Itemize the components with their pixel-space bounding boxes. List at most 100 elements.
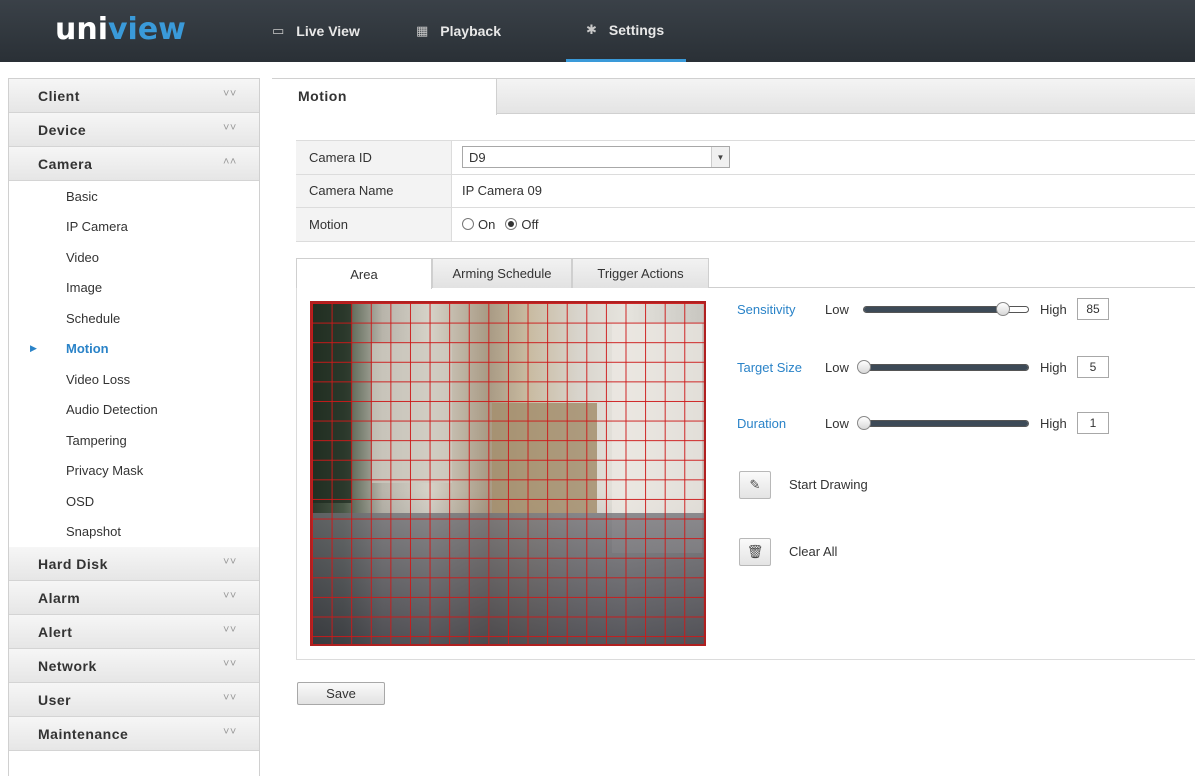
sidebar-item-osd[interactable]: OSD — [9, 486, 259, 517]
motion-row: Motion On Off — [296, 208, 1195, 242]
content-tabbar: Motion — [272, 78, 1195, 115]
target-size-slider[interactable] — [857, 359, 1029, 374]
sidebar-item-video-loss[interactable]: Video Loss — [9, 364, 259, 395]
item-label: Video Loss — [66, 371, 131, 387]
chevron-down-icon: ˅˅ — [223, 624, 237, 636]
clear-all-label: Clear All — [789, 544, 838, 559]
tab-playback[interactable]: ▦ Playback — [416, 0, 501, 62]
sidebar-section-client[interactable]: Client ˅˅ — [9, 79, 259, 113]
sidebar-section-alarm[interactable]: Alarm ˅˅ — [9, 581, 259, 615]
section-label: User — [38, 691, 72, 708]
clear-all-button[interactable]: 🗑 — [739, 538, 771, 566]
item-label: Schedule — [66, 310, 121, 326]
sidebar-item-motion[interactable]: ▶ Motion — [9, 334, 259, 365]
slider-handle[interactable] — [996, 301, 1011, 316]
duration-slider[interactable] — [857, 415, 1029, 430]
area-panel: Sensitivity Low High 85 Target Size Low … — [296, 288, 1195, 660]
tab-settings[interactable]: ✱ Settings — [566, 0, 687, 62]
sidebar-item-schedule[interactable]: Schedule — [9, 303, 259, 334]
start-drawing-label: Start Drawing — [789, 477, 868, 492]
item-label: Video — [66, 249, 100, 265]
sensitivity-value[interactable]: 85 — [1077, 298, 1109, 320]
sidebar-item-ip-camera[interactable]: IP Camera — [9, 212, 259, 243]
sidebar-item-privacy-mask[interactable]: Privacy Mask — [9, 456, 259, 487]
gear-icon: ✱ — [586, 21, 597, 37]
chevron-down-icon: ˅˅ — [223, 122, 237, 134]
item-label: Privacy Mask — [66, 463, 144, 479]
camera-id-row: Camera ID D9 ▼ — [296, 141, 1195, 175]
item-label: Image — [66, 280, 103, 296]
chevron-down-icon: ˅˅ — [223, 658, 237, 670]
slider-fill — [864, 306, 1004, 312]
camera-id-value: D9 — [469, 149, 486, 165]
sidebar-section-network[interactable]: Network ˅˅ — [9, 649, 259, 683]
film-icon: ▦ — [416, 23, 429, 38]
chevron-down-icon: ˅˅ — [223, 590, 237, 602]
camera-name-value: IP Camera 09 — [462, 183, 542, 199]
save-button[interactable]: Save — [297, 682, 385, 705]
tab-live-view[interactable]: ▭ Live View — [272, 0, 360, 62]
top-navigation-bar: uniview ▭ Live View ▦ Playback ✱ Setting… — [0, 0, 1195, 62]
tab-arming-schedule[interactable]: Arming Schedule — [432, 258, 572, 288]
slider-fill — [864, 420, 1028, 426]
camera-id-select[interactable]: D9 ▼ — [462, 146, 730, 169]
start-drawing-button[interactable]: ✎ — [739, 471, 771, 499]
sidebar-section-maintenance[interactable]: Maintenance ˅˅ — [9, 717, 259, 751]
sidebar-item-audio-detection[interactable]: Audio Detection — [9, 395, 259, 426]
item-label: Basic — [66, 188, 98, 204]
sidebar-section-hard-disk[interactable]: Hard Disk ˅˅ — [9, 547, 259, 581]
section-label: Maintenance — [38, 725, 129, 742]
target-size-row: Target Size Low High 5 — [737, 356, 1109, 378]
sidebar-section-camera[interactable]: Camera ˄˄ — [9, 147, 259, 181]
motion-off-radio[interactable] — [505, 218, 518, 231]
duration-high-label: High — [1040, 415, 1067, 431]
sidebar-item-video[interactable]: Video — [9, 242, 259, 273]
sidebar-item-image[interactable]: Image — [9, 273, 259, 304]
section-label: Client — [38, 87, 80, 104]
slider-handle[interactable] — [857, 359, 871, 374]
trash-icon: 🗑 — [746, 544, 764, 559]
item-label: IP Camera — [66, 219, 128, 235]
target-size-high-label: High — [1040, 359, 1067, 375]
motion-detection-grid[interactable] — [312, 303, 704, 644]
item-label: Snapshot — [66, 524, 121, 540]
sensitivity-high-label: High — [1040, 301, 1067, 317]
sidebar-section-alert[interactable]: Alert ˅˅ — [9, 615, 259, 649]
section-label: Network — [38, 657, 97, 674]
motion-form: Camera ID D9 ▼ Camera Name IP Camera 09 … — [296, 140, 1195, 242]
sensitivity-low-label: Low — [825, 301, 849, 317]
camera-preview-with-motion-grid[interactable] — [310, 301, 706, 646]
motion-off-label: Off — [521, 216, 539, 232]
item-label: OSD — [66, 493, 95, 509]
tab-motion[interactable]: Motion — [272, 79, 497, 115]
sidebar-item-tampering[interactable]: Tampering — [9, 425, 259, 456]
item-label: Audio Detection — [66, 402, 158, 418]
pencil-icon: ✎ — [749, 477, 761, 492]
tab-area[interactable]: Area — [296, 258, 432, 289]
item-label: Motion — [66, 341, 109, 357]
target-size-value[interactable]: 5 — [1077, 356, 1109, 378]
chevron-down-icon[interactable]: ▼ — [711, 147, 729, 168]
duration-value[interactable]: 1 — [1077, 412, 1109, 434]
chevron-down-icon: ˅˅ — [223, 726, 237, 738]
slider-handle[interactable] — [857, 415, 871, 430]
section-label: Alarm — [38, 589, 81, 606]
settings-sidebar: Client ˅˅ Device ˅˅ Camera ˄˄ Basic IP Came… — [8, 78, 260, 776]
sidebar-section-user[interactable]: User ˅˅ — [9, 683, 259, 717]
duration-label: Duration — [737, 415, 787, 431]
sidebar-item-snapshot[interactable]: Snapshot — [9, 517, 259, 548]
sidebar-item-basic[interactable]: Basic — [9, 181, 259, 212]
monitor-icon: ▭ — [272, 23, 285, 38]
sensitivity-row: Sensitivity Low High 85 — [737, 298, 1109, 320]
motion-on-radio[interactable] — [462, 218, 474, 231]
sidebar-section-device[interactable]: Device ˅˅ — [9, 113, 259, 147]
sensitivity-label: Sensitivity — [737, 301, 796, 317]
active-arrow-icon: ▶ — [30, 342, 37, 353]
sensitivity-slider[interactable] — [863, 301, 1029, 316]
uniview-logo: uniview — [55, 12, 186, 47]
camera-name-row: Camera Name IP Camera 09 — [296, 174, 1195, 208]
main-content: Motion Camera ID D9 ▼ Camera Name IP Cam… — [272, 78, 1195, 776]
camera-name-label: Camera Name — [296, 174, 452, 207]
section-label: Camera — [38, 155, 93, 172]
tab-trigger-actions[interactable]: Trigger Actions — [572, 258, 709, 288]
